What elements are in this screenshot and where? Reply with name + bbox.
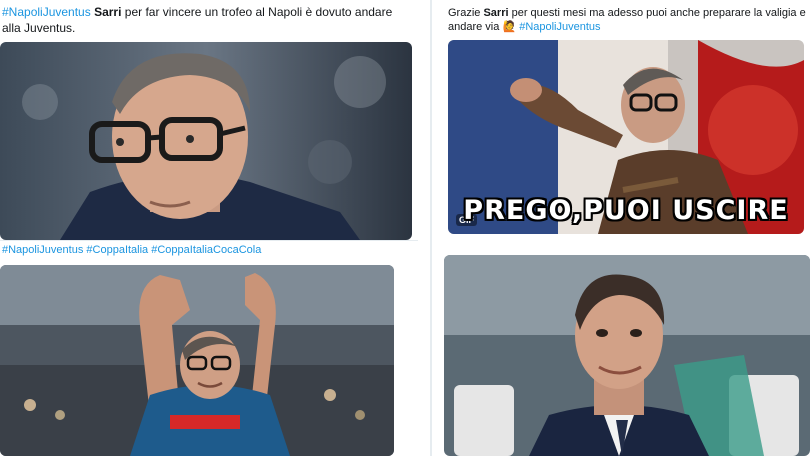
hashtag-napolijuventus[interactable]: #NapoliJuventus [519,21,600,33]
hashtag-coppaitaliacocacola[interactable]: #CoppaItaliaCocaCola [151,244,261,256]
tweet-text: Grazie Sarri per questi mesi ma adesso p… [448,6,810,34]
tweet-grazie-sarri: Grazie Sarri per questi mesi ma adesso p… [440,0,810,245]
photo-sarri-applauding[interactable] [0,265,394,456]
tweet-text: #NapoliJuventus #CoppaItalia #CoppaItali… [2,243,418,257]
hashtag-napolijuventus[interactable]: #NapoliJuventus [2,244,83,256]
raised-hand-emoji-icon: 🙋 [502,21,517,33]
tweet-allegri [440,245,810,456]
bold-name: Sarri [483,7,509,19]
tweet-prefix: Grazie [448,7,484,19]
photo-sarri-closeup[interactable] [0,42,412,240]
hashtag-coppaitalia[interactable]: #CoppaItalia [86,244,148,256]
tweet-sarri-trofeo: #NapoliJuventus Sarri per far vincere un… [0,0,418,240]
tweet-coppa-italia: #NapoliJuventus #CoppaItalia #CoppaItali… [0,241,418,456]
gif-prego-puoi-uscire[interactable]: GIF PREGO,PUOI USCIRE [448,40,804,234]
tweet-text: #NapoliJuventus Sarri per far vincere un… [2,4,402,36]
photo-allegri-smiling[interactable] [444,255,810,456]
bold-name: Sarri [94,5,122,19]
hashtag-napolijuventus[interactable]: #NapoliJuventus [2,5,91,19]
column-divider [430,0,432,456]
gif-caption-overlay: PREGO,PUOI USCIRE [463,195,789,226]
